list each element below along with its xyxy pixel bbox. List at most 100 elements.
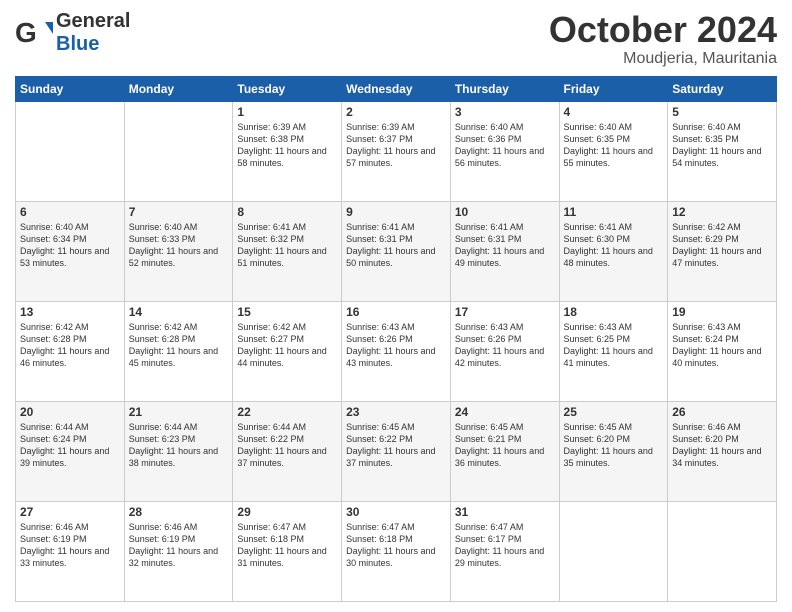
page: G General Blue October 2024 Moudjeria, M… <box>0 0 792 612</box>
day-number: 16 <box>346 305 446 319</box>
day-number: 9 <box>346 205 446 219</box>
calendar-week-2: 6 Sunrise: 6:40 AMSunset: 6:34 PMDaylight… <box>16 201 777 301</box>
calendar-cell: 3 Sunrise: 6:40 AMSunset: 6:36 PMDaylight… <box>450 101 559 201</box>
day-info: Sunrise: 6:46 AMSunset: 6:20 PMDaylight:… <box>672 421 772 470</box>
calendar-cell: 31 Sunrise: 6:47 AMSunset: 6:17 PMDayligh… <box>450 501 559 601</box>
calendar-cell: 9Sunrise: 6:41 AMSunset: 6:31 PMDaylight… <box>342 201 451 301</box>
month-title: October 2024 <box>549 10 777 50</box>
col-sunday: Sunday <box>16 76 125 101</box>
day-number: 31 <box>455 505 555 519</box>
day-info: Sunrise: 6:43 AMSunset: 6:25 PMDaylight:… <box>564 321 664 370</box>
day-info: Sunrise: 6:40 AMSunset: 6:35 PMDaylight:… <box>564 121 664 170</box>
day-info: Sunrise: 6:45 AMSunset: 6:21 PMDaylight:… <box>455 421 555 470</box>
day-number: 22 <box>237 405 337 419</box>
location: Moudjeria, Mauritania <box>549 50 777 68</box>
day-number: 2 <box>346 105 446 119</box>
calendar-cell: 28 Sunrise: 6:46 AMSunset: 6:19 PMDayligh… <box>124 501 233 601</box>
svg-text:G: G <box>15 17 37 48</box>
logo-icon: G <box>15 14 53 52</box>
logo-text: General Blue <box>56 10 130 56</box>
calendar-cell <box>124 101 233 201</box>
day-number: 8 <box>237 205 337 219</box>
header: G General Blue October 2024 Moudjeria, M… <box>15 10 777 68</box>
calendar-cell <box>16 101 125 201</box>
col-thursday: Thursday <box>450 76 559 101</box>
day-number: 1 <box>237 105 337 119</box>
calendar-cell: 19 Sunrise: 6:43 AMSunset: 6:24 PMDayligh… <box>668 301 777 401</box>
calendar-cell: 5Sunrise: 6:40 AMSunset: 6:35 PMDaylight… <box>668 101 777 201</box>
day-number: 12 <box>672 205 772 219</box>
day-number: 23 <box>346 405 446 419</box>
calendar-cell: 18 Sunrise: 6:43 AMSunset: 6:25 PMDayligh… <box>559 301 668 401</box>
calendar-cell: 20Sunrise: 6:44 AMSunset: 6:24 PMDayligh… <box>16 401 125 501</box>
day-number: 21 <box>129 405 229 419</box>
day-info: Sunrise: 6:43 AMSunset: 6:26 PMDaylight:… <box>346 321 446 370</box>
day-info: Sunrise: 6:40 AMSunset: 6:34 PMDaylight:… <box>20 221 120 270</box>
day-number: 19 <box>672 305 772 319</box>
calendar-week-5: 27 Sunrise: 6:46 AMSunset: 6:19 PMDayligh… <box>16 501 777 601</box>
day-number: 30 <box>346 505 446 519</box>
calendar-cell: 14Sunrise: 6:42 AMSunset: 6:28 PMDayligh… <box>124 301 233 401</box>
day-info: Sunrise: 6:44 AMSunset: 6:22 PMDaylight:… <box>237 421 337 470</box>
calendar-cell <box>559 501 668 601</box>
day-number: 4 <box>564 105 664 119</box>
calendar-cell: 23 Sunrise: 6:45 AMSunset: 6:22 PMDayligh… <box>342 401 451 501</box>
day-info: Sunrise: 6:42 AMSunset: 6:28 PMDaylight:… <box>129 321 229 370</box>
day-number: 5 <box>672 105 772 119</box>
calendar-cell: 26 Sunrise: 6:46 AMSunset: 6:20 PMDayligh… <box>668 401 777 501</box>
calendar-cell: 11Sunrise: 6:41 AMSunset: 6:30 PMDayligh… <box>559 201 668 301</box>
calendar-body: 1 Sunrise: 6:39 AMSunset: 6:38 PMDaylight… <box>16 101 777 601</box>
day-info: Sunrise: 6:41 AMSunset: 6:30 PMDaylight:… <box>564 221 664 270</box>
day-info: Sunrise: 6:40 AMSunset: 6:33 PMDaylight:… <box>129 221 229 270</box>
calendar-cell: 25 Sunrise: 6:45 AMSunset: 6:20 PMDayligh… <box>559 401 668 501</box>
day-info: Sunrise: 6:46 AMSunset: 6:19 PMDaylight:… <box>129 521 229 570</box>
col-tuesday: Tuesday <box>233 76 342 101</box>
day-info: Sunrise: 6:47 AMSunset: 6:18 PMDaylight:… <box>237 521 337 570</box>
day-info: Sunrise: 6:42 AMSunset: 6:27 PMDaylight:… <box>237 321 337 370</box>
day-number: 25 <box>564 405 664 419</box>
day-number: 28 <box>129 505 229 519</box>
calendar-week-4: 20Sunrise: 6:44 AMSunset: 6:24 PMDayligh… <box>16 401 777 501</box>
day-info: Sunrise: 6:39 AMSunset: 6:38 PMDaylight:… <box>237 121 337 170</box>
day-info: Sunrise: 6:42 AMSunset: 6:28 PMDaylight:… <box>20 321 120 370</box>
calendar-cell: 12 Sunrise: 6:42 AMSunset: 6:29 PMDayligh… <box>668 201 777 301</box>
calendar-cell: 30 Sunrise: 6:47 AMSunset: 6:18 PMDayligh… <box>342 501 451 601</box>
calendar-cell: 8 Sunrise: 6:41 AMSunset: 6:32 PMDaylight… <box>233 201 342 301</box>
logo-blue: Blue <box>56 33 99 55</box>
calendar-cell: 17Sunrise: 6:43 AMSunset: 6:26 PMDayligh… <box>450 301 559 401</box>
day-number: 10 <box>455 205 555 219</box>
day-info: Sunrise: 6:43 AMSunset: 6:24 PMDaylight:… <box>672 321 772 370</box>
day-number: 27 <box>20 505 120 519</box>
day-info: Sunrise: 6:47 AMSunset: 6:18 PMDaylight:… <box>346 521 446 570</box>
col-saturday: Saturday <box>668 76 777 101</box>
calendar-week-1: 1 Sunrise: 6:39 AMSunset: 6:38 PMDaylight… <box>16 101 777 201</box>
day-info: Sunrise: 6:41 AMSunset: 6:31 PMDaylight:… <box>455 221 555 270</box>
day-info: Sunrise: 6:44 AMSunset: 6:23 PMDaylight:… <box>129 421 229 470</box>
col-friday: Friday <box>559 76 668 101</box>
calendar-week-3: 13Sunrise: 6:42 AMSunset: 6:28 PMDayligh… <box>16 301 777 401</box>
day-number: 26 <box>672 405 772 419</box>
day-info: Sunrise: 6:39 AMSunset: 6:37 PMDaylight:… <box>346 121 446 170</box>
day-info: Sunrise: 6:47 AMSunset: 6:17 PMDaylight:… <box>455 521 555 570</box>
calendar-cell: 6 Sunrise: 6:40 AMSunset: 6:34 PMDaylight… <box>16 201 125 301</box>
day-number: 17 <box>455 305 555 319</box>
logo-general: General <box>56 10 130 32</box>
day-number: 29 <box>237 505 337 519</box>
day-info: Sunrise: 6:46 AMSunset: 6:19 PMDaylight:… <box>20 521 120 570</box>
day-number: 18 <box>564 305 664 319</box>
calendar-cell: 24Sunrise: 6:45 AMSunset: 6:21 PMDayligh… <box>450 401 559 501</box>
day-number: 15 <box>237 305 337 319</box>
col-wednesday: Wednesday <box>342 76 451 101</box>
logo-area: G General Blue <box>15 10 130 56</box>
calendar-cell: 4 Sunrise: 6:40 AMSunset: 6:35 PMDaylight… <box>559 101 668 201</box>
day-info: Sunrise: 6:41 AMSunset: 6:32 PMDaylight:… <box>237 221 337 270</box>
day-info: Sunrise: 6:45 AMSunset: 6:22 PMDaylight:… <box>346 421 446 470</box>
title-area: October 2024 Moudjeria, Mauritania <box>549 10 777 68</box>
day-info: Sunrise: 6:42 AMSunset: 6:29 PMDaylight:… <box>672 221 772 270</box>
day-info: Sunrise: 6:40 AMSunset: 6:36 PMDaylight:… <box>455 121 555 170</box>
calendar-cell: 16 Sunrise: 6:43 AMSunset: 6:26 PMDayligh… <box>342 301 451 401</box>
calendar-table: Sunday Monday Tuesday Wednesday Thursday… <box>15 76 777 602</box>
day-number: 3 <box>455 105 555 119</box>
day-number: 6 <box>20 205 120 219</box>
day-info: Sunrise: 6:45 AMSunset: 6:20 PMDaylight:… <box>564 421 664 470</box>
